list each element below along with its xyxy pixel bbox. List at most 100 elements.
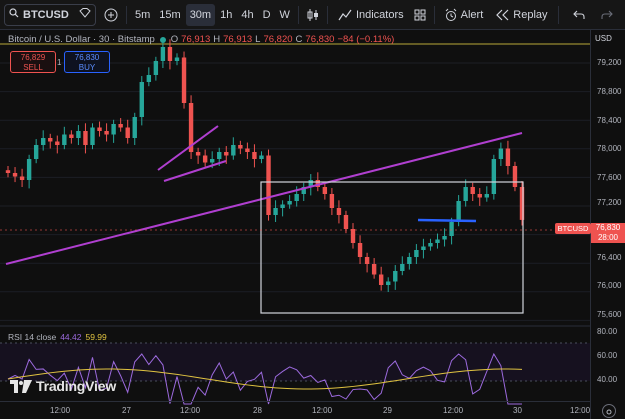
last-price-tag: 76,830 28:00 — [591, 223, 625, 243]
candle-body — [33, 145, 39, 159]
interval-D[interactable]: D — [259, 4, 275, 26]
candle-body — [512, 166, 518, 187]
alert-label: Alert — [460, 8, 484, 21]
legend-change: −84 (−0.11%) — [337, 34, 395, 45]
candle-body — [498, 148, 504, 159]
candlestick-icon — [307, 8, 318, 21]
rsi-tick: 60.00 — [597, 351, 618, 360]
candle-body — [111, 124, 116, 135]
diamond-icon — [79, 8, 91, 21]
price-tick: 75,600 — [597, 310, 622, 319]
candle-body — [442, 236, 447, 240]
time-tick: 28 — [253, 406, 262, 415]
interval-4h[interactable]: 4h — [237, 4, 257, 26]
top-toolbar: BTCUSD 5m 15m 30m 1h 4h D W Indicators Alert R… — [0, 0, 625, 30]
layout-grid-button[interactable] — [410, 4, 430, 26]
indicators-button[interactable]: Indicators — [332, 4, 410, 26]
interval-1h[interactable]: 1h — [216, 4, 236, 26]
candle-body — [378, 274, 384, 285]
price-chart[interactable] — [0, 30, 625, 419]
price-tick: 79,200 — [597, 58, 622, 67]
candle-body — [69, 134, 74, 138]
logo-text: TradingView — [36, 378, 117, 394]
rsi-tick: 40.00 — [597, 375, 618, 384]
currency-label[interactable]: USD — [595, 34, 612, 43]
alert-button[interactable]: Alert — [439, 4, 490, 26]
rewind-icon — [496, 9, 509, 20]
settings-gear-button[interactable] — [602, 404, 616, 418]
candle-body — [104, 131, 109, 135]
candle-body — [477, 194, 482, 198]
candle-body — [160, 47, 166, 61]
candle-body — [83, 131, 88, 145]
candle-body — [386, 281, 391, 285]
candle-body — [407, 257, 412, 264]
price-tick: 76,400 — [597, 253, 622, 262]
candle-body — [125, 127, 130, 138]
toolbar-divider — [557, 5, 559, 24]
candle-type-button[interactable] — [303, 4, 323, 26]
time-tick: 29 — [383, 406, 392, 415]
candle-body — [97, 127, 102, 131]
symbol-search[interactable]: BTCUSD — [4, 3, 96, 26]
time-tick: 12:00 — [443, 406, 464, 415]
candle-body — [167, 47, 173, 61]
time-tick: 30 — [513, 406, 522, 415]
triangle-lower-line — [163, 160, 227, 182]
candle-body — [357, 243, 363, 257]
interval-30m[interactable]: 30m — [185, 3, 216, 26]
interval-15m[interactable]: 15m — [155, 4, 184, 26]
candle-body — [322, 187, 328, 194]
redo-button[interactable] — [597, 4, 617, 26]
spread-value: 1 — [57, 58, 62, 67]
legend-low: 76,820 — [263, 34, 293, 45]
undo-button[interactable] — [569, 4, 589, 26]
sell-button[interactable]: 76,829 SELL — [10, 51, 56, 73]
interval-group: 5m 15m 30m 1h 4h D W — [131, 3, 294, 26]
candle-body — [174, 57, 180, 61]
replay-label: Replay — [513, 8, 548, 21]
legend-o-label: O — [170, 34, 179, 45]
gear-icon — [606, 409, 612, 415]
candle-body — [55, 141, 60, 145]
price-tick: 76,000 — [597, 281, 622, 290]
replay-button[interactable]: Replay — [489, 4, 553, 26]
candle-body — [428, 243, 433, 247]
toolbar-divider — [326, 5, 328, 24]
alarm-clock-icon — [445, 8, 456, 21]
symbol-name: BTCUSD — [23, 8, 69, 21]
candle-body — [195, 152, 201, 156]
candle-body — [245, 148, 250, 152]
chart-area[interactable]: Bitcoin / U.S. Dollar · 30 · Bitstamp O7… — [0, 30, 625, 419]
compare-plus-button[interactable] — [100, 4, 122, 26]
last-price: 76,830 — [595, 223, 621, 232]
candle-body — [456, 201, 461, 222]
tradingview-logo-icon — [10, 379, 32, 393]
candle-body — [224, 152, 229, 156]
candle-body — [470, 187, 475, 194]
candle-body — [118, 124, 123, 128]
candle-body — [238, 145, 243, 149]
candle-body — [252, 152, 257, 159]
interval-W[interactable]: W — [276, 4, 294, 26]
candle-body — [505, 148, 511, 166]
candle-body — [329, 194, 335, 208]
candle-body — [484, 194, 489, 198]
candle-body — [202, 155, 208, 163]
candle-body — [435, 239, 440, 243]
tradingview-logo[interactable]: TradingView — [10, 378, 116, 394]
candle-body — [449, 222, 454, 236]
indicators-label: Indicators — [355, 8, 404, 21]
candle-body — [209, 159, 215, 163]
toolbar-divider — [433, 5, 435, 24]
rsi-label: RSI 14 close — [8, 332, 57, 342]
time-axis[interactable]: 12:00 27 12:00 28 12:00 29 12:00 30 12:0… — [0, 401, 616, 419]
price-tick: 77,600 — [597, 173, 622, 182]
candle-body — [414, 250, 419, 257]
rsi-value: 44.42 — [60, 332, 82, 342]
buy-button[interactable]: 76,830 BUY — [64, 51, 110, 73]
legend-l-label: L — [255, 34, 261, 45]
interval-5m[interactable]: 5m — [131, 4, 154, 26]
time-tick: 12:00 — [180, 406, 201, 415]
support-line — [417, 218, 477, 223]
